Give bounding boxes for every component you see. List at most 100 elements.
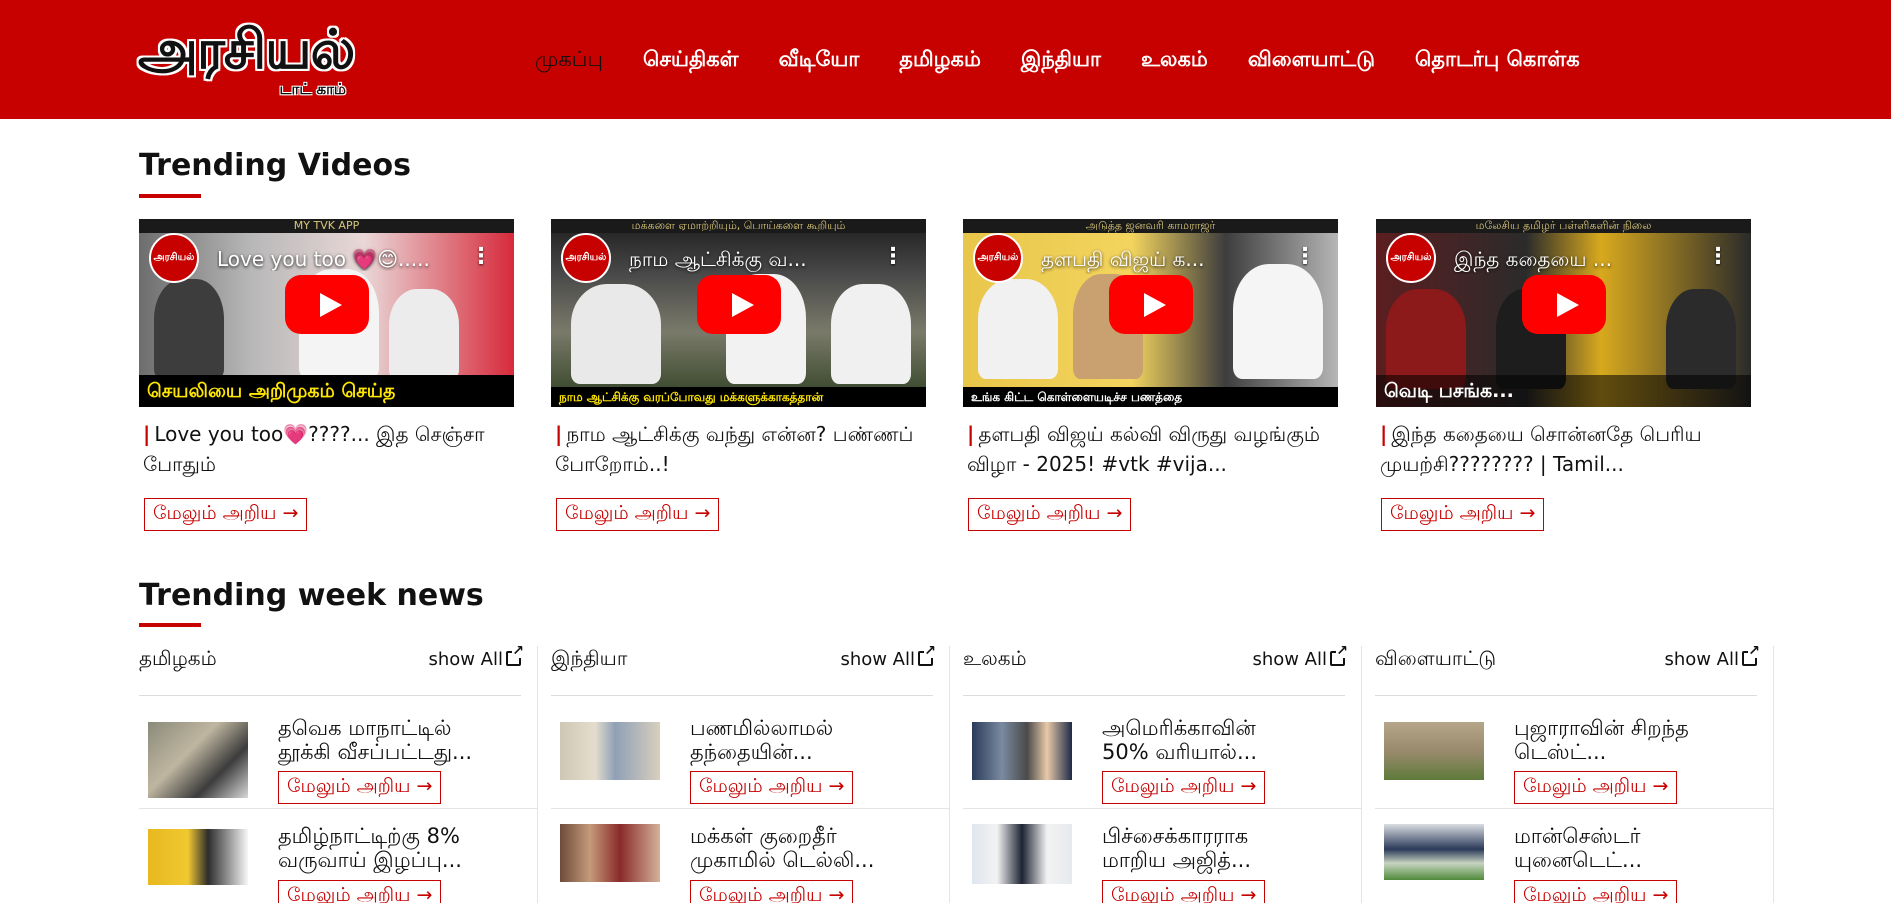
nav-item-tamilnadu[interactable]: தமிழகம் bbox=[899, 47, 981, 74]
channel-avatar[interactable]: அரசியல் bbox=[1386, 233, 1436, 283]
video-overlay-title[interactable]: Love you too 💗😊..... bbox=[217, 247, 447, 271]
news-thumbnail[interactable] bbox=[1384, 722, 1484, 780]
thumb-caption: நாம ஆட்சிக்கு வரப்போவது மக்களுக்காகத்தான… bbox=[551, 387, 926, 407]
channel-avatar[interactable]: அரசியல் bbox=[149, 233, 199, 283]
news-thumbnail[interactable] bbox=[148, 829, 248, 885]
nav-item-home[interactable]: முகப்பு bbox=[535, 47, 603, 74]
read-more-button[interactable]: மேலும் அறிய → bbox=[556, 498, 720, 531]
show-all-link[interactable]: show All bbox=[1252, 644, 1349, 670]
news-thumbnail[interactable] bbox=[560, 824, 660, 882]
logo-sub-text: டாட் காம் bbox=[279, 80, 346, 98]
play-icon[interactable] bbox=[284, 275, 369, 334]
read-more-button[interactable]: மேலும் அறிய → bbox=[144, 498, 308, 531]
site-logo[interactable]: அரசியல் டாட் காம் bbox=[138, 18, 355, 102]
thumb-figure bbox=[571, 284, 661, 384]
news-item: மக்கள் குறைதீர் முகாமில் டெல்லி... மேலும்… bbox=[551, 808, 950, 903]
nav-item-sports[interactable]: விளையாட்டு bbox=[1248, 47, 1375, 74]
news-thumbnail[interactable] bbox=[972, 824, 1072, 884]
show-all-link[interactable]: show All bbox=[840, 644, 937, 670]
nav-item-world[interactable]: உலகம் bbox=[1141, 47, 1208, 74]
video-embed[interactable]: அடுத்த ஜனவரி காமராஜர் அரசியல் தளபதி விஜய… bbox=[963, 219, 1338, 407]
video-title[interactable]: | இந்த கதையை சொன்னதே பெரிய முயற்சி???????… bbox=[1376, 419, 1751, 479]
nav-item-news[interactable]: செய்திகள் bbox=[643, 47, 739, 74]
video-embed[interactable]: மக்களை ஏமாற்றியும், பொய்களை கூறியும் அரச… bbox=[551, 219, 926, 407]
news-column-sports: விளையாட்டு show All புஜாராவின் சிறந்தடெஸ… bbox=[1362, 644, 1774, 903]
channel-avatar[interactable]: அரசியல் bbox=[973, 233, 1023, 283]
read-more-button[interactable]: மேலும் அறிய → bbox=[1102, 771, 1266, 804]
video-title[interactable]: | தளபதி விஜய் கல்வி விருது வழங்கும் விழா … bbox=[963, 419, 1338, 479]
news-headline[interactable]: பணமில்லாமல் தந்தையின்... bbox=[690, 716, 930, 764]
show-all-label: show All bbox=[840, 649, 915, 670]
headline-line: தமிழ்நாட்டிற்கு 8% bbox=[278, 824, 460, 848]
more-options-icon[interactable]: ⋮ bbox=[882, 245, 904, 267]
play-icon[interactable] bbox=[1108, 275, 1193, 334]
read-more-button[interactable]: மேலும் அறிய → bbox=[278, 771, 442, 804]
more-options-icon[interactable]: ⋮ bbox=[470, 245, 492, 267]
news-headline[interactable]: புஜாராவின் சிறந்த டெஸ்ட்... bbox=[1514, 716, 1754, 764]
news-thumbnail[interactable] bbox=[148, 722, 248, 798]
news-thumbnail[interactable] bbox=[560, 722, 660, 780]
column-title: உலகம் bbox=[963, 646, 1027, 670]
external-link-icon bbox=[1742, 644, 1761, 666]
title-underline bbox=[139, 194, 201, 198]
logo-main-text: அரசியல் bbox=[138, 18, 355, 81]
thumb-figure bbox=[1386, 289, 1466, 389]
video-title[interactable]: | நாம ஆட்சிக்கு வந்து என்ன? பண்ணப் போறோம்… bbox=[551, 419, 926, 479]
read-more-button[interactable]: மேலும் அறிய → bbox=[1381, 498, 1545, 531]
video-overlay-title[interactable]: தளபதி விஜய் க... bbox=[1041, 247, 1271, 274]
video-title[interactable]: | Love you too💗????... இத செஞ்சா போதும் bbox=[139, 419, 514, 479]
headline-line: தூக்கி வீசப்பட்டது... bbox=[278, 740, 473, 764]
show-all-label: show All bbox=[1252, 649, 1327, 670]
divider bbox=[963, 695, 1345, 696]
nav-item-video[interactable]: வீடியோ bbox=[779, 47, 860, 74]
read-more-button[interactable]: மேலும் அறிய → bbox=[1514, 880, 1678, 903]
more-options-icon[interactable]: ⋮ bbox=[1294, 245, 1316, 267]
news-thumbnail[interactable] bbox=[1384, 824, 1484, 880]
column-title: தமிழகம் bbox=[139, 646, 217, 670]
read-more-button[interactable]: மேலும் அறிய → bbox=[278, 880, 442, 903]
video-embed[interactable]: MY TVK APP அரசியல் Love you too 💗😊..... … bbox=[139, 219, 514, 407]
headline-line: முகாமில் டெல்லி... bbox=[690, 848, 875, 872]
news-headline[interactable]: தவெக மாநாட்டில் தூக்கி வீசப்பட்டது... bbox=[278, 716, 518, 764]
headline-line: தவெக மாநாட்டில் bbox=[278, 716, 452, 740]
more-options-icon[interactable]: ⋮ bbox=[1707, 245, 1729, 267]
nav-item-contact[interactable]: தொடர்பு கொள்க bbox=[1415, 47, 1580, 74]
news-headline[interactable]: அமெரிக்காவின் 50% வரியால்... bbox=[1102, 716, 1342, 764]
news-item: தவெக மாநாட்டில் தூக்கி வீசப்பட்டது... மேல… bbox=[139, 716, 538, 816]
headline-line: பிச்சைக்காரராக bbox=[1102, 824, 1249, 848]
channel-avatar[interactable]: அரசியல் bbox=[561, 233, 611, 283]
thumb-top-text: அடுத்த ஜனவரி காமராஜர் bbox=[963, 219, 1338, 233]
divider bbox=[139, 695, 521, 696]
news-headline[interactable]: மக்கள் குறைதீர் முகாமில் டெல்லி... bbox=[690, 824, 930, 872]
read-more-button[interactable]: மேலும் அறிய → bbox=[968, 498, 1132, 531]
news-headline[interactable]: தமிழ்நாட்டிற்கு 8% வருவாய் இழப்பு... bbox=[278, 824, 518, 872]
thumb-figure bbox=[1666, 289, 1736, 389]
headline-line: தந்தையின்... bbox=[690, 740, 813, 764]
column-title: இந்தியா bbox=[551, 646, 628, 670]
video-overlay-title[interactable]: நாம ஆட்சிக்கு வ... bbox=[629, 247, 859, 274]
thumb-figure bbox=[154, 279, 224, 379]
trending-videos-title: Trending Videos bbox=[139, 148, 411, 183]
read-more-button[interactable]: மேலும் அறிய → bbox=[690, 771, 854, 804]
news-thumbnail[interactable] bbox=[972, 722, 1072, 780]
news-item: புஜாராவின் சிறந்த டெஸ்ட்... மேலும் அறிய → bbox=[1375, 716, 1774, 816]
play-icon[interactable] bbox=[696, 275, 781, 334]
video-title-text: Love you too💗????... இத செஞ்சா போதும் bbox=[143, 422, 485, 476]
show-all-link[interactable]: show All bbox=[1664, 644, 1761, 670]
thumb-top-text: மலேசிய தமிழர் பள்ளிகளின் நிலை bbox=[1376, 219, 1751, 233]
news-column-tamilnadu: தமிழகம் show All தவெக மாநாட்டில்தூக்கி வ… bbox=[126, 644, 538, 903]
nav-item-india[interactable]: இந்தியா bbox=[1021, 47, 1101, 74]
column-header: உலகம் show All bbox=[963, 644, 1349, 673]
read-more-button[interactable]: மேலும் அறிய → bbox=[1514, 771, 1678, 804]
news-item: பணமில்லாமல் தந்தையின்... மேலும் அறிய → bbox=[551, 716, 950, 816]
video-embed[interactable]: மலேசிய தமிழர் பள்ளிகளின் நிலை அரசியல் இந… bbox=[1376, 219, 1751, 407]
video-overlay-title[interactable]: இந்த கதையை ... bbox=[1454, 247, 1684, 274]
read-more-button[interactable]: மேலும் அறிய → bbox=[1102, 880, 1266, 903]
show-all-link[interactable]: show All bbox=[428, 644, 525, 670]
read-more-button[interactable]: மேலும் அறிய → bbox=[690, 880, 854, 903]
news-headline[interactable]: மான்செஸ்டர் யுனைடெட்... bbox=[1514, 824, 1754, 872]
main-nav: முகப்பு செய்திகள் வீடியோ தமிழகம் இந்தியா… bbox=[535, 44, 1580, 76]
title-underline bbox=[139, 623, 201, 627]
news-headline[interactable]: பிச்சைக்காரராக மாறிய அஜித்... bbox=[1102, 824, 1342, 872]
play-icon[interactable] bbox=[1521, 275, 1606, 334]
